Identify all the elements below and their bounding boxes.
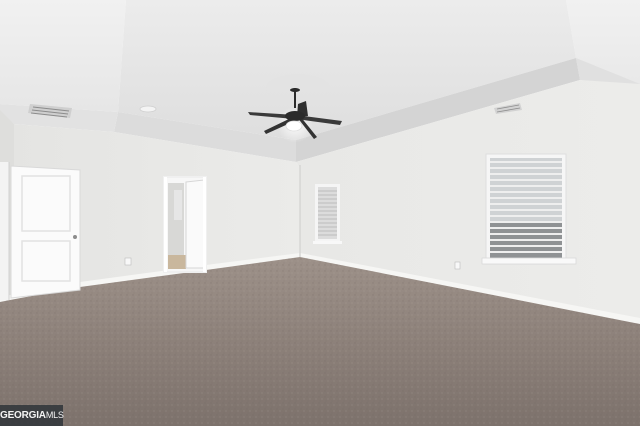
closet-door bbox=[10, 165, 81, 299]
wall-outlet-left bbox=[124, 257, 132, 266]
bathroom-doorway bbox=[163, 176, 207, 273]
wall-outlet-right bbox=[454, 261, 461, 270]
large-window bbox=[481, 153, 577, 265]
small-window bbox=[313, 184, 342, 244]
watermark-brand: GEORGIA bbox=[0, 410, 46, 421]
empty-bedroom-photo bbox=[0, 0, 640, 426]
door-knob bbox=[73, 235, 77, 239]
watermark-logo: GEORGIAMLS bbox=[0, 405, 64, 426]
smoke-detector bbox=[139, 105, 157, 113]
left-doorway-frame bbox=[0, 162, 10, 300]
watermark-suffix: MLS bbox=[45, 410, 64, 420]
